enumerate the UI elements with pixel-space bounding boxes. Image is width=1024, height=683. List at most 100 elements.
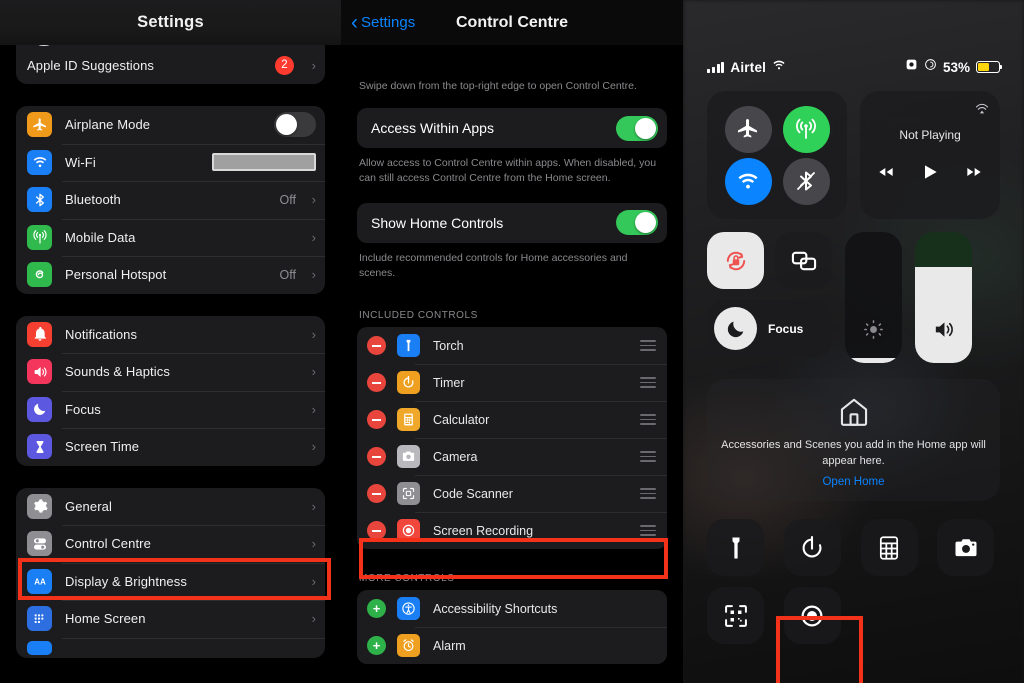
row-general[interactable]: General › — [16, 488, 325, 526]
row-display-brightness[interactable]: AA Display & Brightness › — [16, 562, 325, 601]
row-label: Wi-Fi — [65, 154, 96, 170]
row-access-within-apps[interactable]: Access Within Apps — [357, 108, 667, 148]
status-bar: Airtel 53% — [707, 52, 1003, 82]
show-home-controls-toggle[interactable] — [616, 210, 658, 236]
row-screen-time[interactable]: Screen Time › — [16, 428, 325, 466]
sidebar-item-control-centre[interactable]: Control Centre › — [16, 525, 325, 563]
row-mobile-data[interactable]: Mobile Data › — [16, 218, 325, 257]
screen-mirroring-button[interactable] — [775, 232, 832, 289]
list-item-timer[interactable]: Timer — [357, 364, 667, 401]
remove-icon[interactable] — [367, 521, 386, 541]
remove-icon[interactable] — [367, 336, 386, 356]
reorder-handle-icon[interactable] — [640, 340, 656, 351]
chevron-right-icon: › — [311, 401, 316, 417]
row-next-partial[interactable] — [16, 637, 325, 658]
row-notifications[interactable]: Notifications › — [16, 316, 325, 354]
row-bluetooth[interactable]: Bluetooth Off › — [16, 181, 325, 219]
screen-recording-icon — [397, 519, 420, 543]
wifi-button[interactable] — [724, 157, 772, 205]
add-icon[interactable]: + — [367, 599, 386, 619]
home-card-text: Accessories and Scenes you add in the Ho… — [721, 439, 986, 467]
row-personal-hotspot[interactable]: Personal Hotspot Off › — [16, 256, 325, 294]
list-item-label: Camera — [433, 449, 478, 464]
calculator-icon — [397, 408, 420, 432]
alarm-icon — [397, 634, 420, 658]
reorder-handle-icon[interactable] — [640, 451, 656, 462]
connectivity-tile[interactable] — [707, 91, 848, 219]
open-home-link[interactable]: Open Home — [721, 476, 986, 488]
reorder-handle-icon[interactable] — [640, 414, 656, 425]
row-label: Bluetooth — [65, 192, 121, 208]
row-wifi[interactable]: Wi-Fi — [16, 143, 325, 182]
settings-scroll-area[interactable]: Apple ID Suggestions 2 › Airplane Mode W… — [0, 0, 341, 658]
access-within-apps-footer: Allow access to Control Centre within ap… — [359, 157, 657, 185]
timer-button[interactable] — [783, 519, 841, 577]
add-icon[interactable]: + — [367, 636, 386, 656]
mobile-data-button[interactable] — [782, 105, 830, 153]
row-value: Off — [279, 192, 296, 207]
access-within-apps-toggle[interactable] — [616, 115, 658, 141]
brightness-slider[interactable] — [845, 232, 902, 363]
reorder-handle-icon[interactable] — [640, 525, 656, 536]
camera-button[interactable] — [937, 519, 995, 577]
media-player-tile[interactable]: Not Playing — [860, 91, 1000, 219]
list-item-calculator[interactable]: Calculator — [357, 401, 667, 438]
airplane-mode-button[interactable] — [724, 105, 772, 153]
airplay-icon[interactable] — [974, 99, 990, 115]
torch-button[interactable] — [707, 519, 764, 577]
intro-text: Swipe down from the top-right edge to op… — [359, 80, 637, 92]
reorder-handle-icon[interactable] — [640, 377, 656, 388]
row-home-screen[interactable]: Home Screen › — [16, 600, 325, 638]
row-airplane-mode[interactable]: Airplane Mode — [16, 106, 325, 144]
reorder-handle-icon[interactable] — [640, 488, 656, 499]
forward-button[interactable] — [966, 164, 982, 180]
home-accessories-card[interactable]: Accessories and Scenes you add in the Ho… — [707, 379, 1000, 502]
svg-text:AA: AA — [34, 578, 46, 587]
rewind-button[interactable] — [878, 164, 894, 180]
orientation-lock-status-icon — [924, 58, 937, 76]
rotation-lock-button[interactable] — [707, 232, 764, 289]
control-centre-overlay-panel: Airtel 53% Not Playing Focus Accessories… — [683, 0, 1024, 683]
focus-button[interactable]: Focus — [707, 300, 832, 357]
bluetooth-icon — [27, 187, 52, 213]
list-item-torch[interactable]: Torch — [357, 327, 667, 364]
control-centre-navigation-bar: ‹ Settings Control Centre — [341, 0, 683, 45]
remove-icon[interactable] — [367, 410, 386, 430]
now-playing-label: Not Playing — [899, 128, 961, 142]
list-item-label: Alarm — [433, 638, 466, 653]
toggle-knob — [635, 212, 656, 234]
remove-icon[interactable] — [367, 484, 386, 504]
volume-slider[interactable] — [915, 232, 972, 363]
row-apple-id-suggestions[interactable]: Apple ID Suggestions 2 › — [16, 46, 325, 84]
list-item-code-scanner[interactable]: Code Scanner — [357, 475, 667, 512]
list-item-screen-recording[interactable]: Screen Recording — [357, 512, 667, 549]
screenshot-stage: Settings Apple ID Suggestions 2 › Airpla… — [0, 0, 1024, 683]
remove-icon[interactable] — [367, 447, 386, 467]
row-label: Home Screen — [65, 611, 146, 627]
list-item-alarm[interactable]: + Alarm — [357, 627, 667, 664]
list-item-camera[interactable]: Camera — [357, 438, 667, 475]
row-label: Screen Time — [65, 439, 140, 455]
chevron-right-icon: › — [311, 573, 316, 589]
row-label: Display & Brightness — [65, 573, 187, 589]
calculator-button[interactable] — [860, 519, 918, 577]
row-show-home-controls[interactable]: Show Home Controls — [357, 203, 667, 243]
bluetooth-off-button[interactable] — [782, 157, 830, 205]
screen-recording-button[interactable] — [783, 587, 841, 645]
remove-icon[interactable] — [367, 373, 386, 393]
chevron-right-icon: › — [311, 498, 316, 514]
code-scanner-button[interactable] — [707, 587, 764, 645]
back-button[interactable]: ‹ Settings — [351, 12, 415, 33]
row-label: Control Centre — [65, 536, 151, 552]
brightness-fill — [845, 357, 902, 363]
cc-settings-scroll-area[interactable]: Swipe down from the top-right edge to op… — [341, 0, 683, 665]
airplane-mode-toggle[interactable] — [274, 112, 316, 138]
play-button[interactable] — [920, 162, 940, 182]
row-focus[interactable]: Focus › — [16, 390, 325, 429]
row-sounds-haptics[interactable]: Sounds & Haptics › — [16, 353, 325, 391]
list-item-accessibility-shortcuts[interactable]: + Accessibility Shortcuts — [357, 590, 667, 627]
carrier-label: Airtel — [730, 59, 767, 75]
speaker-icon — [27, 359, 52, 385]
group-system: General › Control Centre › AA Display & … — [16, 487, 325, 658]
control-centre[interactable]: Airtel 53% Not Playing Focus Accessories… — [683, 0, 1024, 683]
